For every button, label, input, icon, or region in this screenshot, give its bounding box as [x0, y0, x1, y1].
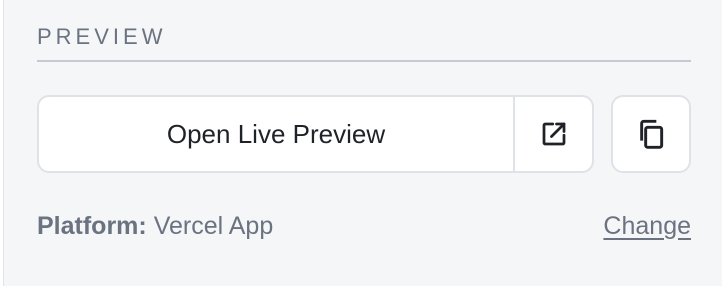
copy-link-button[interactable] — [611, 95, 691, 173]
change-platform-link[interactable]: Change — [603, 208, 691, 244]
platform-label: Platform: — [37, 212, 147, 240]
copy-icon — [635, 118, 667, 150]
section-divider — [37, 60, 691, 62]
preview-button-group: Open Live Preview — [37, 95, 594, 173]
open-live-preview-button[interactable]: Open Live Preview — [39, 97, 513, 171]
platform-value: Vercel App — [153, 212, 274, 240]
open-external-button[interactable] — [513, 97, 592, 171]
preview-panel: PREVIEW Open Live Preview Platform: Verc… — [3, 0, 722, 286]
external-link-icon — [539, 119, 569, 149]
platform-row: Platform: Vercel App Change — [37, 208, 691, 244]
section-title: PREVIEW — [37, 24, 167, 49]
